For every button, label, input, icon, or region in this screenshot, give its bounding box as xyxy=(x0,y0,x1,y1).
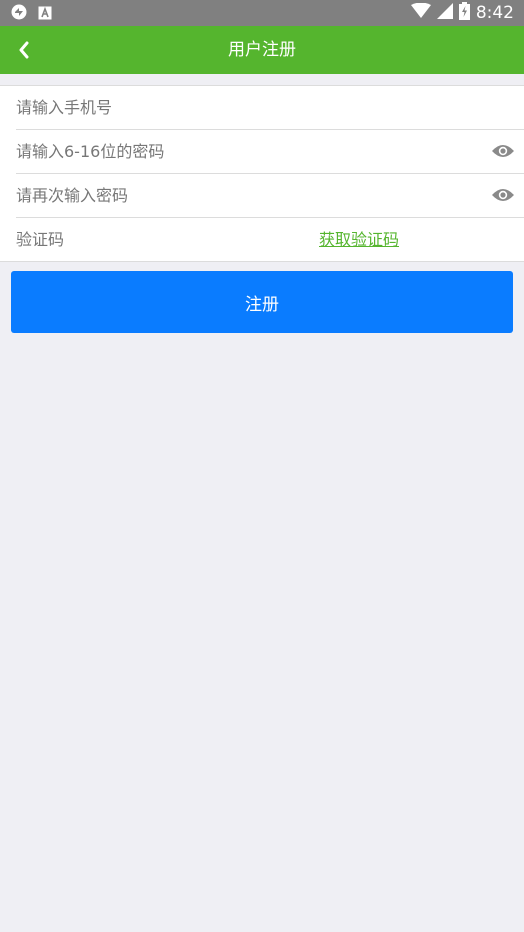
confirm-password-input[interactable] xyxy=(16,174,476,217)
sync-icon xyxy=(10,3,28,25)
phone-row xyxy=(16,86,524,130)
registration-form: 获取验证码 xyxy=(0,85,524,262)
nav-bar: 用户注册 xyxy=(0,26,524,74)
battery-charging-icon xyxy=(458,2,470,24)
status-right-icons: 8:42 xyxy=(410,0,514,26)
verification-code-input[interactable] xyxy=(16,218,296,261)
page-title: 用户注册 xyxy=(228,40,296,60)
get-code-link[interactable]: 获取验证码 xyxy=(319,218,399,261)
password-input[interactable] xyxy=(16,130,476,173)
signal-icon xyxy=(436,3,453,23)
status-left-icons xyxy=(10,3,52,25)
eye-icon[interactable] xyxy=(490,184,516,206)
phone-input[interactable] xyxy=(16,86,476,129)
wifi-icon xyxy=(410,2,431,23)
eye-icon[interactable] xyxy=(490,140,516,162)
password-row xyxy=(16,130,524,174)
register-button[interactable]: 注册 xyxy=(11,271,513,333)
keyboard-a-icon xyxy=(38,5,52,24)
status-time: 8:42 xyxy=(475,3,514,23)
status-bar: 8:42 xyxy=(0,0,524,26)
verification-code-row: 获取验证码 xyxy=(16,218,524,261)
confirm-password-row xyxy=(16,174,524,218)
